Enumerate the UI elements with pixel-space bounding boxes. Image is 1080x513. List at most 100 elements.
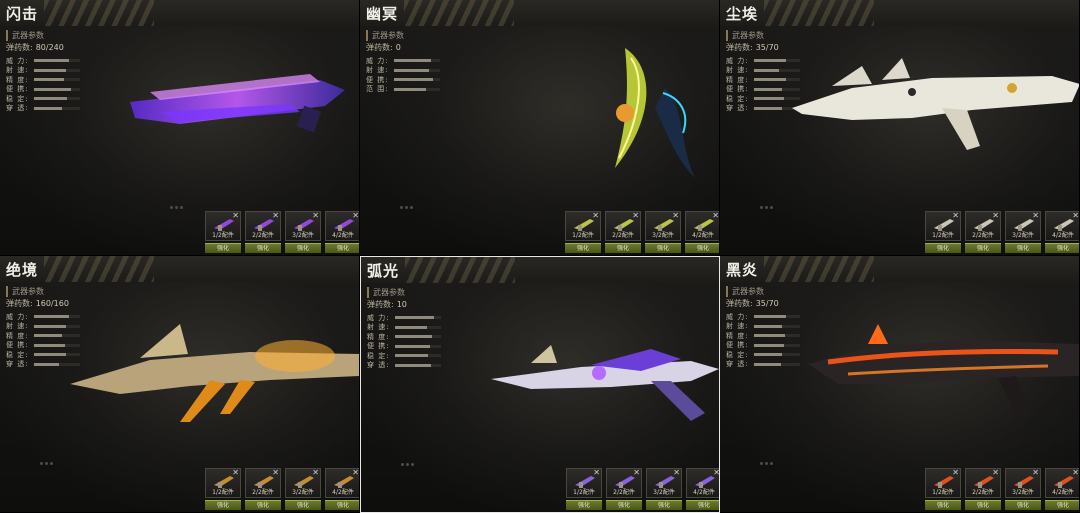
attachment-slot[interactable]: ✕ 4/2配件 强化 [325,468,359,512]
enhance-button[interactable]: 强化 [925,243,961,253]
attachment-slot[interactable]: ✕ 2/2配件 强化 [965,211,1001,255]
weapon-panel-juejing[interactable]: 绝境 武器参数 弹药数: 160/160 威 力: 射 速: 精 度: 便 携: 稳 定:… [0,256,360,513]
enhance-button[interactable]: 强化 [645,243,681,253]
remove-icon[interactable]: ✕ [232,469,239,477]
attachment-slot[interactable]: ✕ 4/2配件 强化 [325,211,359,255]
enhance-button[interactable]: 强化 [965,500,1001,510]
attachment-thumbnail[interactable]: ✕ 3/2配件 [646,468,682,498]
remove-icon[interactable]: ✕ [232,212,239,220]
attachment-thumbnail[interactable]: ✕ 4/2配件 [1045,468,1079,498]
remove-icon[interactable]: ✕ [352,469,359,477]
remove-icon[interactable]: ✕ [712,212,719,220]
weapon-panel-shanji[interactable]: 闪击 武器参数 弹药数: 80/240 威 力: 射 速: 精 度: 便 携: 稳 定: 穿… [0,0,360,256]
attachment-slot[interactable]: ✕ 1/2配件 强化 [566,468,602,512]
weapon-panel-youming[interactable]: 幽冥 武器参数 弹药数: 0 威 力: 射 速: 便 携: 范 围: ✕ 1/2配件 强… [360,0,720,256]
remove-icon[interactable]: ✕ [592,212,599,220]
remove-icon[interactable]: ✕ [593,469,600,477]
attachment-slot[interactable]: ✕ 4/2配件 强化 [1045,211,1079,255]
attachment-thumbnail[interactable]: ✕ 4/2配件 [686,468,719,498]
attachment-slot[interactable]: ✕ 3/2配件 强化 [285,211,321,255]
attachment-slot[interactable]: ✕ 2/2配件 强化 [245,468,281,512]
attachment-thumbnail[interactable]: ✕ 4/2配件 [685,211,719,241]
remove-icon[interactable]: ✕ [1072,212,1079,220]
attachment-slot[interactable]: ✕ 4/2配件 强化 [1045,468,1079,512]
remove-icon[interactable]: ✕ [1032,212,1039,220]
enhance-button[interactable]: 强化 [965,243,1001,253]
attachment-thumbnail[interactable]: ✕ 4/2配件 [1045,211,1079,241]
attachment-thumbnail[interactable]: ✕ 1/2配件 [566,468,602,498]
attachment-slot[interactable]: ✕ 3/2配件 强化 [1005,211,1041,255]
attachment-thumbnail[interactable]: ✕ 1/2配件 [925,211,961,241]
attachment-thumbnail[interactable]: ✕ 1/2配件 [205,468,241,498]
attachment-slot[interactable]: ✕ 1/2配件 强化 [205,211,241,255]
attachment-thumbnail[interactable]: ✕ 1/2配件 [565,211,601,241]
attachment-slot[interactable]: ✕ 1/2配件 强化 [205,468,241,512]
enhance-button[interactable]: 强化 [325,500,359,510]
attachment-slot[interactable]: ✕ 2/2配件 强化 [245,211,281,255]
enhance-button[interactable]: 强化 [205,500,241,510]
attachment-thumbnail[interactable]: ✕ 3/2配件 [1005,468,1041,498]
attachment-slot[interactable]: ✕ 3/2配件 强化 [645,211,681,255]
attachment-thumbnail[interactable]: ✕ 2/2配件 [605,211,641,241]
attachment-thumbnail[interactable]: ✕ 4/2配件 [325,468,359,498]
enhance-button[interactable]: 强化 [566,500,602,510]
remove-icon[interactable]: ✕ [672,212,679,220]
remove-icon[interactable]: ✕ [312,212,319,220]
remove-icon[interactable]: ✕ [1032,469,1039,477]
attachment-slot[interactable]: ✕ 3/2配件 强化 [1005,468,1041,512]
remove-icon[interactable]: ✕ [633,469,640,477]
attachment-thumbnail[interactable]: ✕ 2/2配件 [245,468,281,498]
weapon-panel-chenai[interactable]: 尘埃 武器参数 弹药数: 35/70 威 力: 射 速: 精 度: 便 携: 稳 定: 穿 … [720,0,1080,256]
enhance-button[interactable]: 强化 [1045,243,1079,253]
enhance-button[interactable]: 强化 [686,500,719,510]
remove-icon[interactable]: ✕ [673,469,680,477]
enhance-button[interactable]: 强化 [245,243,281,253]
enhance-button[interactable]: 强化 [605,243,641,253]
remove-icon[interactable]: ✕ [632,212,639,220]
remove-icon[interactable]: ✕ [713,469,719,477]
enhance-button[interactable]: 强化 [565,243,601,253]
attachment-slot[interactable]: ✕ 4/2配件 强化 [686,468,719,512]
attachment-slot[interactable]: ✕ 2/2配件 强化 [605,211,641,255]
attachment-thumbnail[interactable]: ✕ 3/2配件 [285,468,321,498]
attachment-slot[interactable]: ✕ 1/2配件 强化 [925,211,961,255]
enhance-button[interactable]: 强化 [245,500,281,510]
enhance-button[interactable]: 强化 [685,243,719,253]
remove-icon[interactable]: ✕ [1072,469,1079,477]
enhance-button[interactable]: 强化 [925,500,961,510]
attachment-thumbnail[interactable]: ✕ 1/2配件 [205,211,241,241]
attachment-thumbnail[interactable]: ✕ 3/2配件 [1005,211,1041,241]
attachment-slot[interactable]: ✕ 2/2配件 强化 [606,468,642,512]
attachment-thumbnail[interactable]: ✕ 4/2配件 [325,211,359,241]
attachment-slot[interactable]: ✕ 1/2配件 强化 [565,211,601,255]
remove-icon[interactable]: ✕ [992,469,999,477]
enhance-button[interactable]: 强化 [1005,243,1041,253]
enhance-button[interactable]: 强化 [285,500,321,510]
enhance-button[interactable]: 强化 [646,500,682,510]
remove-icon[interactable]: ✕ [312,469,319,477]
remove-icon[interactable]: ✕ [272,469,279,477]
attachment-slot[interactable]: ✕ 4/2配件 强化 [685,211,719,255]
remove-icon[interactable]: ✕ [992,212,999,220]
attachment-thumbnail[interactable]: ✕ 2/2配件 [965,468,1001,498]
remove-icon[interactable]: ✕ [952,212,959,220]
remove-icon[interactable]: ✕ [952,469,959,477]
attachment-slot[interactable]: ✕ 2/2配件 强化 [965,468,1001,512]
attachment-thumbnail[interactable]: ✕ 2/2配件 [965,211,1001,241]
attachment-slot[interactable]: ✕ 3/2配件 强化 [285,468,321,512]
attachment-slot[interactable]: ✕ 3/2配件 强化 [646,468,682,512]
attachment-thumbnail[interactable]: ✕ 2/2配件 [606,468,642,498]
attachment-thumbnail[interactable]: ✕ 3/2配件 [645,211,681,241]
enhance-button[interactable]: 强化 [1005,500,1041,510]
enhance-button[interactable]: 强化 [606,500,642,510]
attachment-thumbnail[interactable]: ✕ 3/2配件 [285,211,321,241]
attachment-thumbnail[interactable]: ✕ 2/2配件 [245,211,281,241]
remove-icon[interactable]: ✕ [352,212,359,220]
enhance-button[interactable]: 强化 [285,243,321,253]
enhance-button[interactable]: 强化 [1045,500,1079,510]
attachment-thumbnail[interactable]: ✕ 1/2配件 [925,468,961,498]
attachment-slot[interactable]: ✕ 1/2配件 强化 [925,468,961,512]
enhance-button[interactable]: 强化 [205,243,241,253]
remove-icon[interactable]: ✕ [272,212,279,220]
enhance-button[interactable]: 强化 [325,243,359,253]
